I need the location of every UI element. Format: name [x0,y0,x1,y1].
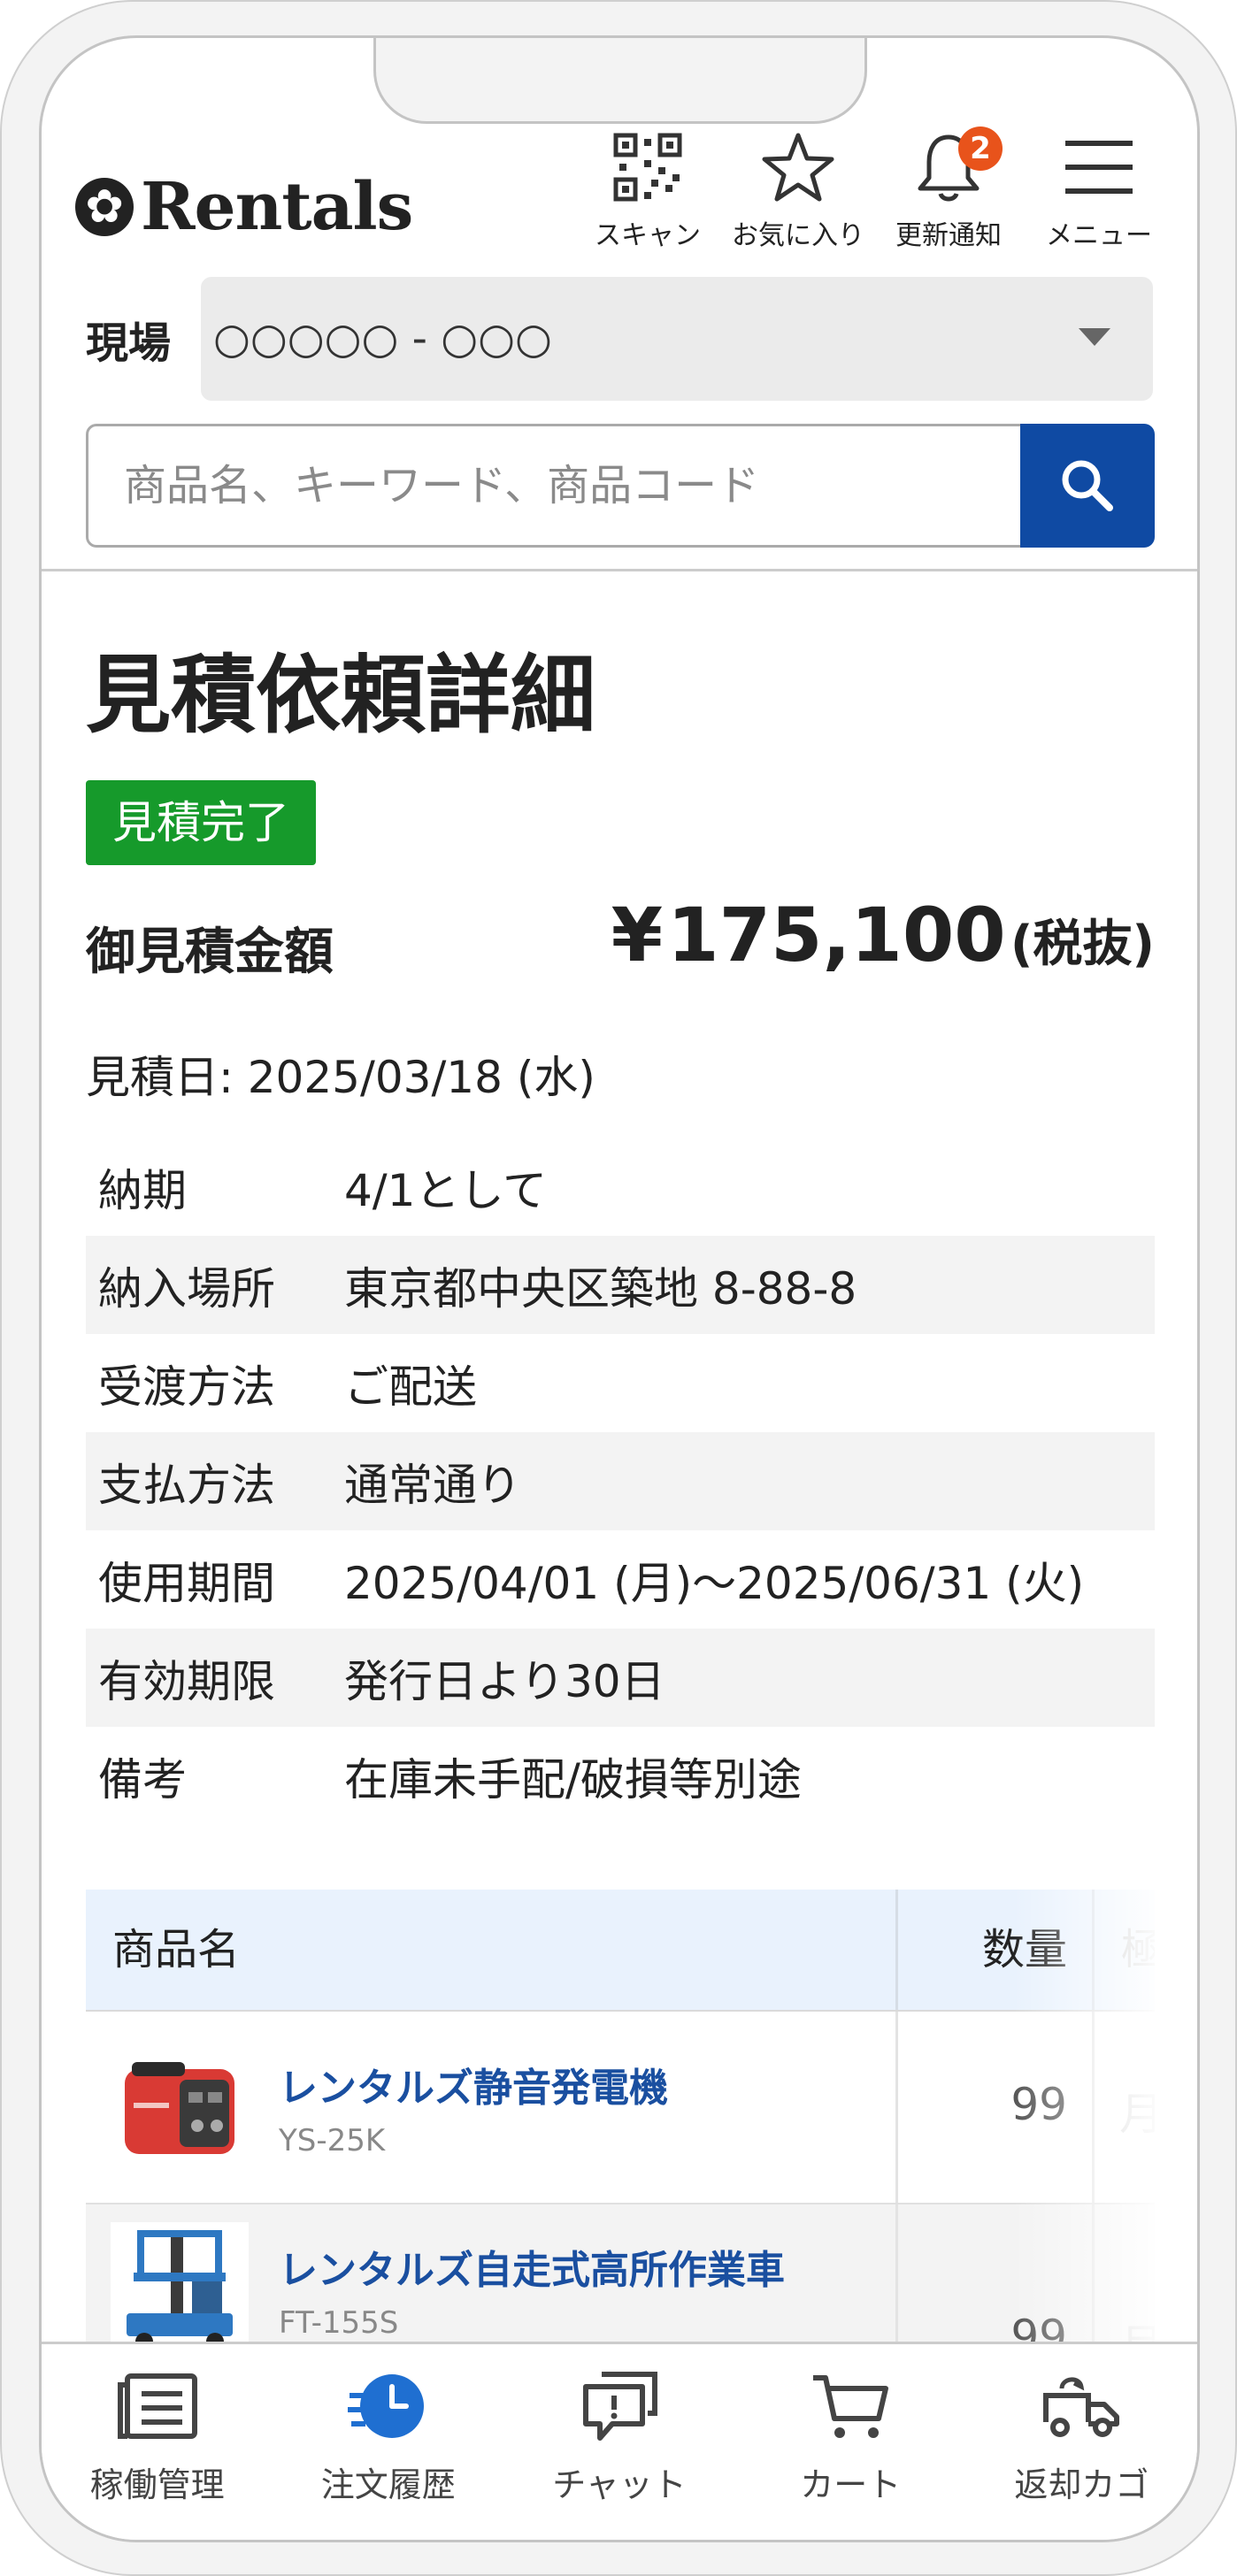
search-bar [86,424,1155,548]
generator-image [111,2038,249,2176]
info-row: 有効期限 発行日より30日 [86,1629,1155,1727]
menu-button[interactable]: メニュー [1024,130,1174,252]
page-title: 見積依頼詳細 [86,646,595,745]
nav-label: カート [800,2465,902,2504]
product-code: FT-155S [279,2305,399,2341]
info-key: 納期 [98,1164,187,1216]
logo-mark-icon [75,178,134,236]
product-table[interactable]: 商品名 数量 極 [86,1890,1155,2397]
nav-label: 注文履歴 [320,2465,456,2504]
search-button[interactable] [1020,424,1155,548]
quote-info-table: 納期 4/1として 納入場所 東京都中央区築地 8-88-8 受渡方法 ご配送 … [86,1138,1155,1825]
return-truck-icon [1043,2377,1120,2437]
order-history-clock-icon [347,2374,424,2438]
product-cell: レンタルズ静音発電機 YS-25K [86,2012,898,2203]
col-header-name: 商品名 [86,1890,898,2010]
info-row: 納入場所 東京都中央区築地 8-88-8 [86,1236,1155,1334]
notifications-label: 更新通知 [895,220,1002,251]
qr-code-icon [613,133,682,202]
info-key: 納入場所 [98,1262,275,1315]
quote-amount: ¥ 175,100 (税抜) [611,892,1155,978]
site-dropdown[interactable]: ○○○○○ - ○○○ [201,277,1153,401]
favorites-button[interactable]: お気に入り [723,130,873,252]
info-key: 支払方法 [98,1459,275,1511]
header-divider [42,569,1197,571]
cart-icon [813,2375,889,2438]
product-code: YS-25K [279,2123,386,2158]
scan-button[interactable]: スキャン [572,130,723,252]
product-name-link[interactable]: レンタルズ自走式高所作業車 [279,2238,785,2295]
nav-order-history[interactable]: 注文履歴 [273,2344,503,2540]
info-key: 使用期間 [98,1557,275,1609]
product-table-header: 商品名 数量 極 [86,1890,1155,2012]
bottom-navigation: 稼働管理 注文履歴 チャット カート 返却カゴ [42,2342,1197,2540]
hamburger-menu-icon [1065,141,1133,194]
info-value: 発行日より30日 [344,1655,665,1707]
nav-label: チャット [552,2465,687,2504]
info-row: 受渡方法 ご配送 [86,1334,1155,1432]
col-header-unit: 極 [1095,1890,1155,2010]
app-header: Rentals [42,38,1197,569]
info-value: 4/1として [344,1164,547,1216]
info-key: 備考 [98,1753,187,1806]
info-key: 有効期限 [98,1655,275,1707]
info-key: 受渡方法 [98,1361,275,1413]
info-row: 支払方法 通常通り [86,1432,1155,1530]
nav-return-basket[interactable]: 返却カゴ [966,2344,1197,2540]
menu-label: メニュー [1046,220,1152,251]
amount-tax-note: (税抜) [1010,916,1155,973]
phone-screen: Rentals [39,35,1200,2542]
col-header-qty: 数量 [898,1890,1095,2010]
search-input[interactable] [86,424,1020,548]
caret-down-icon [1079,328,1110,346]
product-info: レンタルズ静音発電機 YS-25K [279,2056,668,2158]
info-row: 納期 4/1として [86,1138,1155,1236]
favorites-label: お気に入り [732,220,864,251]
info-value: 2025/04/01 (月)〜2025/06/31 (火) [344,1557,1085,1609]
product-unit: 月 [1095,2012,1155,2203]
table-row: レンタルズ静音発電機 YS-25K 99 月 [86,2012,1155,2204]
info-value: ご配送 [344,1361,477,1413]
notifications-button[interactable]: 2 更新通知 [873,126,1024,252]
star-icon [762,133,834,202]
nav-operation-management[interactable]: 稼働管理 [42,2344,273,2540]
info-value: 東京都中央区築地 8-88-8 [344,1262,857,1315]
notification-count-badge: 2 [958,126,1003,171]
site-dropdown-value: ○○○○○ - ○○○ [213,314,552,364]
operation-list-icon [117,2373,197,2439]
info-row: 使用期間 2025/04/01 (月)〜2025/06/31 (火) [86,1530,1155,1629]
nav-cart[interactable]: カート [735,2344,966,2540]
info-value: 通常通り [344,1459,521,1511]
product-name-link[interactable]: レンタルズ静音発電機 [279,2056,668,2112]
product-info: レンタルズ自走式高所作業車 FT-155S [279,2238,785,2341]
product-qty: 99 [898,2012,1095,2203]
scan-label: スキャン [595,220,701,251]
chat-icon [583,2372,657,2441]
nav-chat[interactable]: チャット [503,2344,734,2540]
site-label: 現場 [86,318,172,368]
info-row: 備考 在庫未手配/破損等別途 [86,1727,1155,1825]
site-selector-row: 現場 ○○○○○ - ○○○ [86,277,1197,401]
info-value: 在庫未手配/破損等別途 [344,1753,802,1806]
amount-label: 御見積金額 [86,924,334,981]
nav-label: 返却カゴ [1014,2465,1149,2504]
app-logo[interactable]: Rentals [75,169,413,245]
search-icon [1062,460,1113,511]
header-actions: スキャン お気に入り 2 更新通知 メニュー [572,126,1174,252]
status-badge: 見積完了 [86,780,316,865]
nav-label: 稼働管理 [89,2465,225,2504]
quote-date: 見積日: 2025/03/18 (水) [86,1052,595,1103]
amount-value: 175,100 [667,892,1006,978]
amount-currency: ¥ [611,892,664,978]
aerial-work-platform-image [111,2222,249,2360]
logo-text: Rentals [141,169,413,245]
